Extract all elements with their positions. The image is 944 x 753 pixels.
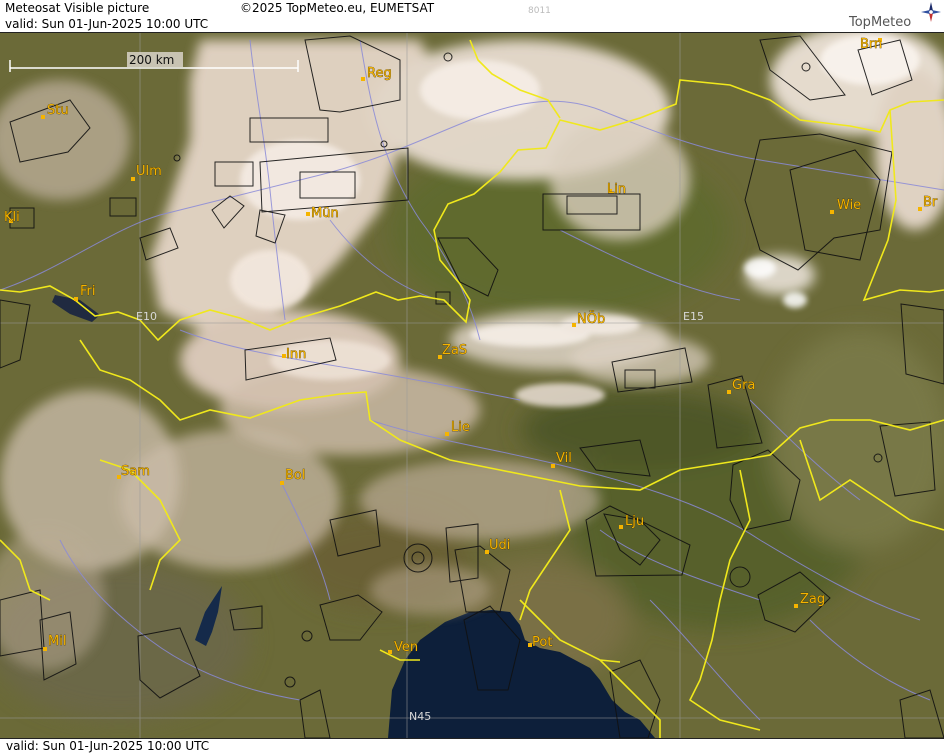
valid-time: valid: Sun 01-Jun-2025 10:00 UTC xyxy=(5,17,209,31)
city-label: Udi xyxy=(489,538,510,553)
city-label: Vil xyxy=(556,451,572,466)
city-marker xyxy=(41,115,45,119)
city-marker xyxy=(551,464,555,468)
header-bar: Meteosat Visible picture ©2025 TopMeteo.… xyxy=(0,0,944,33)
grid-label-e15: E15 xyxy=(683,310,704,323)
city-marker xyxy=(794,604,798,608)
city-marker xyxy=(727,390,731,394)
city-label: Ven xyxy=(394,640,418,655)
city-marker xyxy=(280,481,284,485)
city-label: Gra xyxy=(732,378,755,393)
city-label: Lju xyxy=(625,514,644,529)
copyright-text: ©2025 TopMeteo.eu, EUMETSAT xyxy=(240,1,435,15)
city-label: Brn xyxy=(860,37,882,52)
city-label: Br xyxy=(923,195,938,210)
city-marker xyxy=(43,647,47,651)
city-label: Kli xyxy=(4,210,20,225)
city-label: Lin xyxy=(607,182,626,197)
logo-text: TopMeteo xyxy=(849,15,912,30)
city-marker xyxy=(918,207,922,211)
grid-label-e10: E10 xyxy=(136,310,157,323)
city-marker xyxy=(388,650,392,654)
city-marker xyxy=(619,525,623,529)
city-label: Mün xyxy=(311,206,339,221)
grid-label-n45: N45 xyxy=(409,710,431,723)
city-marker xyxy=(74,297,78,301)
city-label: Mil xyxy=(48,634,66,649)
city-label: Ulm xyxy=(136,164,162,179)
scale-label: 200 km xyxy=(129,53,174,67)
footer-valid-time: valid: Sun 01-Jun-2025 10:00 UTC xyxy=(6,739,210,753)
city-marker xyxy=(572,323,576,327)
product-title: Meteosat Visible picture xyxy=(5,1,150,15)
city-label: ZaS xyxy=(442,343,467,358)
city-marker xyxy=(445,432,449,436)
city-label: Lie xyxy=(451,420,470,435)
city-label: Fri xyxy=(80,284,96,299)
city-label: Bol xyxy=(285,468,305,483)
map-canvas: 200 km E10 E15 N45 Reg Brn Stu Ulm Mün Lin Wie… xyxy=(0,33,944,738)
city-label: NÖb xyxy=(577,310,605,327)
city-marker xyxy=(306,212,310,216)
city-label: Pot xyxy=(532,635,552,650)
city-label: Reg xyxy=(367,66,392,81)
city-label: Inn xyxy=(286,347,306,362)
city-label: Sam xyxy=(121,464,150,479)
city-marker xyxy=(361,77,365,81)
footer-bar: valid: Sun 01-Jun-2025 10:00 UTC xyxy=(0,738,944,753)
compass-logo-icon xyxy=(921,2,941,22)
image-code: 8011 xyxy=(528,6,551,16)
city-label: Zag xyxy=(800,592,825,607)
city-label: Wie xyxy=(837,198,861,213)
city-marker xyxy=(830,210,834,214)
satellite-map[interactable]: 200 km E10 E15 N45 Reg Brn Stu Ulm Mün Lin Wie… xyxy=(0,33,944,738)
city-marker xyxy=(131,177,135,181)
city-label: Stu xyxy=(47,103,69,118)
